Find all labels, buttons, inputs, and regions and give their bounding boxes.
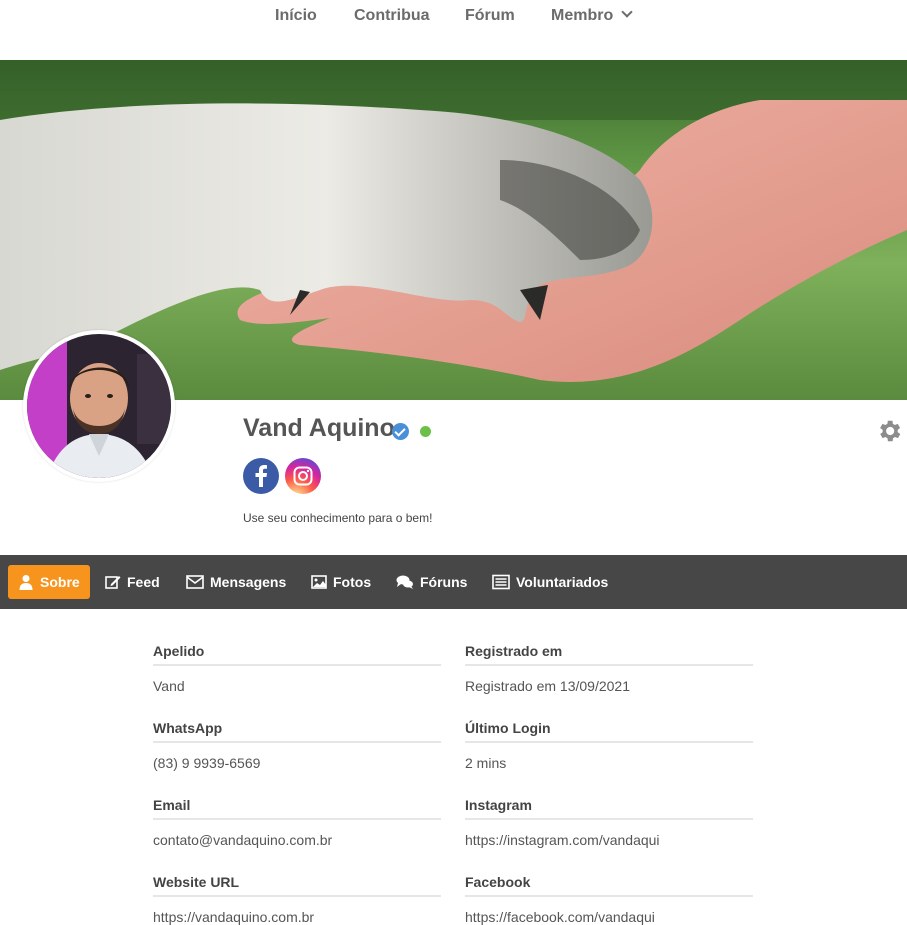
field-value: Registrado em 13/09/2021 — [465, 678, 630, 694]
profile-tabs: Sobre Feed Mensagens Fotos Fóruns Volunt… — [0, 555, 907, 609]
instagram-icon — [293, 466, 313, 486]
avatar[interactable] — [23, 330, 175, 482]
tab-voluntariados[interactable]: Voluntariados — [492, 565, 608, 599]
nav-membro-label: Membro — [551, 7, 614, 24]
field-value[interactable]: https://instagram.com/vandaqui — [465, 832, 753, 848]
field-value: 2 mins — [465, 755, 507, 771]
tab-feed[interactable]: Feed — [105, 565, 160, 599]
field-last-login: Último Login 2 mins — [465, 717, 753, 771]
tab-foruns-label: Fóruns — [420, 574, 468, 590]
nav-inicio[interactable]: Início — [275, 7, 317, 25]
field-label: Facebook — [465, 871, 753, 897]
facebook-link[interactable] — [243, 458, 279, 494]
profile-bio: Use seu conhecimento para o bem! — [243, 511, 433, 525]
field-value: Vand — [153, 678, 185, 694]
field-label: Registrado em — [465, 640, 753, 666]
field-label: Email — [153, 794, 441, 820]
field-registered: Registrado em Registrado em 13/09/2021 — [465, 640, 753, 694]
nav-contribua[interactable]: Contribua — [354, 7, 430, 25]
gear-icon[interactable] — [875, 417, 903, 445]
list-icon — [492, 574, 510, 590]
tab-voluntariados-label: Voluntariados — [516, 574, 609, 590]
tab-fotos-label: Fotos — [333, 574, 372, 590]
tab-mensagens[interactable]: Mensagens — [186, 565, 286, 599]
verified-badge-icon — [392, 423, 409, 440]
facebook-icon — [255, 465, 267, 487]
field-label: Website URL — [153, 871, 441, 897]
field-label: Instagram — [465, 794, 753, 820]
field-value: (83) 9 9939-6569 — [153, 755, 261, 771]
field-nickname: Apelido Vand — [153, 640, 441, 694]
top-navigation: Início Contribua Fórum Membro — [0, 0, 907, 60]
nav-forum[interactable]: Fórum — [465, 7, 515, 25]
tab-fotos[interactable]: Fotos — [311, 565, 371, 599]
field-value[interactable]: contato@vandaquino.com.br — [153, 832, 441, 848]
nav-membro[interactable]: Membro — [551, 6, 633, 25]
field-email: Email contato@vandaquino.com.br — [153, 794, 441, 848]
user-icon — [19, 575, 33, 590]
tab-mensagens-label: Mensagens — [210, 574, 287, 590]
field-whatsapp: WhatsApp (83) 9 9939-6569 — [153, 717, 441, 771]
field-label: WhatsApp — [153, 717, 441, 743]
field-instagram: Instagram https://instagram.com/vandaqui — [465, 794, 753, 848]
field-facebook: Facebook https://facebook.com/vandaqui — [465, 871, 753, 925]
envelope-icon — [186, 575, 204, 589]
instagram-link[interactable] — [285, 458, 321, 494]
avatar-photo — [27, 334, 171, 478]
field-label: Último Login — [465, 717, 753, 743]
comments-icon — [396, 575, 413, 589]
tab-foruns[interactable]: Fóruns — [396, 565, 467, 599]
edit-icon — [105, 576, 121, 589]
online-status-indicator — [420, 426, 431, 437]
field-website: Website URL https://vandaquino.com.br — [153, 871, 441, 925]
tab-sobre[interactable]: Sobre — [8, 565, 90, 599]
tab-sobre-label: Sobre — [40, 574, 80, 590]
tab-feed-label: Feed — [127, 574, 160, 590]
profile-name: Vand Aquino — [243, 414, 395, 442]
chevron-down-icon — [621, 6, 633, 18]
field-label: Apelido — [153, 640, 441, 666]
image-icon — [311, 575, 327, 589]
